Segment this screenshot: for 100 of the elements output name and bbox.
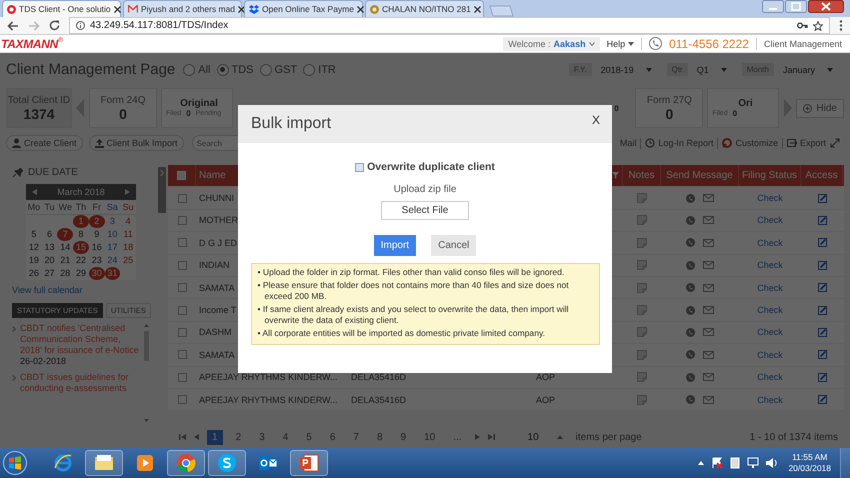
next-icon[interactable]: [125, 189, 130, 195]
edit-icon[interactable]: [818, 216, 826, 225]
checkbox[interactable]: [178, 350, 186, 360]
calendar-day[interactable]: 22: [73, 254, 89, 267]
start-icon[interactable]: [3, 451, 27, 475]
next-page-icon[interactable]: [474, 434, 480, 440]
close-icon[interactable]: [356, 6, 364, 12]
mail-icon[interactable]: [703, 284, 714, 292]
check-link[interactable]: Check: [757, 350, 783, 360]
checkbox[interactable]: [178, 216, 186, 225]
phone-icon[interactable]: [686, 306, 695, 315]
calendar-day[interactable]: 17: [104, 241, 120, 254]
checkbox[interactable]: [178, 238, 186, 248]
calendar-day[interactable]: 13: [42, 241, 58, 254]
show-desktop-button[interactable]: [840, 448, 850, 478]
create-client-button[interactable]: Create Client: [6, 135, 83, 151]
calendar-day[interactable]: 24: [104, 254, 120, 267]
mail-icon[interactable]: [703, 306, 714, 314]
news-link[interactable]: CBDT issues guidelines for conducting e-assessments: [20, 372, 140, 394]
calendar-day[interactable]: 5: [26, 228, 42, 241]
check-link[interactable]: Check: [757, 193, 783, 204]
page-size-dropdown[interactable]: 10: [522, 430, 568, 444]
overwrite-checkbox[interactable]: Overwrite duplicate client: [355, 161, 495, 173]
check-link[interactable]: Check: [757, 305, 783, 316]
calendar-day[interactable]: 1: [73, 215, 89, 228]
checkbox[interactable]: [178, 328, 186, 337]
customize-button[interactable]: Customize: [722, 138, 778, 148]
view-calendar-link[interactable]: View full calendar: [12, 285, 150, 295]
prev-page-icon[interactable]: [194, 434, 199, 440]
phone-icon[interactable]: [686, 194, 695, 203]
calendar-day[interactable]: 8: [73, 228, 89, 241]
star-icon[interactable]: [813, 20, 823, 31]
check-link[interactable]: Check: [757, 215, 783, 226]
note-icon[interactable]: [637, 305, 647, 316]
mail-icon[interactable]: [703, 238, 714, 247]
export-button[interactable]: Export: [786, 138, 826, 148]
back-icon[interactable]: [7, 20, 19, 31]
calendar-day[interactable]: 2: [88, 215, 105, 228]
check-link[interactable]: Check: [757, 260, 783, 270]
calendar-day[interactable]: 27: [42, 267, 58, 280]
volume-icon[interactable]: [766, 458, 778, 468]
last-page-icon[interactable]: [488, 434, 495, 440]
browser-tab[interactable]: Piyush and 2 others mad: [123, 0, 242, 17]
filter-dropdown[interactable]: Q1: [692, 62, 732, 76]
page-button[interactable]: 10: [419, 430, 440, 444]
hide-button[interactable]: Hide: [796, 98, 844, 118]
clock[interactable]: 11:55 AM 20/03/2018: [788, 452, 831, 474]
taskbar-app[interactable]: [85, 450, 123, 476]
browser-tab[interactable]: TDS Client - One solutio: [2, 0, 121, 17]
calendar-day[interactable]: 19: [26, 254, 42, 267]
close-icon[interactable]: [114, 6, 121, 12]
taskbar-app[interactable]: [167, 450, 205, 476]
select-file-button[interactable]: Select File: [380, 201, 470, 220]
edit-icon[interactable]: [818, 350, 826, 360]
checkbox[interactable]: [178, 372, 186, 382]
scope-radio[interactable]: TDS: [216, 64, 254, 76]
calendar-day[interactable]: 29: [73, 267, 89, 280]
calendar-day[interactable]: 25: [120, 254, 136, 267]
menu-icon[interactable]: [839, 20, 843, 32]
page-button[interactable]: 8: [372, 430, 388, 444]
calendar-day[interactable]: 15: [73, 241, 89, 254]
calendar-day[interactable]: 30: [88, 267, 105, 280]
note-icon[interactable]: [637, 282, 647, 293]
phone-icon[interactable]: [686, 260, 695, 270]
calendar-day[interactable]: 10: [104, 228, 120, 241]
first-page-icon[interactable]: [179, 434, 186, 440]
edit-icon[interactable]: [818, 260, 826, 270]
browser-tab[interactable]: Open Online Tax Payme: [244, 0, 363, 17]
mail-icon[interactable]: [703, 261, 714, 270]
calendar-day[interactable]: 11: [120, 228, 136, 241]
page-button[interactable]: 4: [278, 430, 294, 444]
minimize-icon[interactable]: [762, 0, 784, 13]
calendar-day[interactable]: 26: [26, 267, 42, 280]
note-icon[interactable]: [637, 193, 647, 204]
check-link[interactable]: Check: [757, 394, 783, 405]
forward-icon[interactable]: [28, 20, 40, 31]
edit-icon[interactable]: [818, 328, 826, 337]
page-button[interactable]: 3: [254, 430, 270, 444]
bulk-import-button[interactable]: Client Bulk Import: [88, 135, 184, 151]
calendar-day[interactable]: 12: [26, 241, 42, 254]
close-icon[interactable]: [474, 6, 481, 12]
edit-icon[interactable]: [818, 306, 826, 315]
check-link[interactable]: Check: [757, 327, 783, 338]
mail-icon[interactable]: [703, 396, 714, 404]
page-button[interactable]: 6: [324, 430, 340, 444]
reload-icon[interactable]: [49, 20, 60, 32]
calendar-day[interactable]: 14: [57, 241, 74, 254]
network-icon[interactable]: [747, 457, 760, 469]
check-link[interactable]: Check: [757, 282, 783, 293]
scope-radio[interactable]: All: [183, 64, 211, 76]
mail-icon[interactable]: [703, 194, 714, 202]
maximize-icon[interactable]: [785, 0, 807, 13]
edit-icon[interactable]: [818, 238, 826, 248]
report-button[interactable]: Log-In Report: [645, 138, 714, 148]
calendar-day[interactable]: 6: [42, 228, 58, 241]
calendar-day[interactable]: 18: [120, 241, 136, 254]
checkbox[interactable]: [178, 306, 186, 315]
mail-icon[interactable]: [703, 328, 714, 336]
close-icon[interactable]: [808, 0, 844, 13]
phone-icon[interactable]: [686, 283, 695, 292]
